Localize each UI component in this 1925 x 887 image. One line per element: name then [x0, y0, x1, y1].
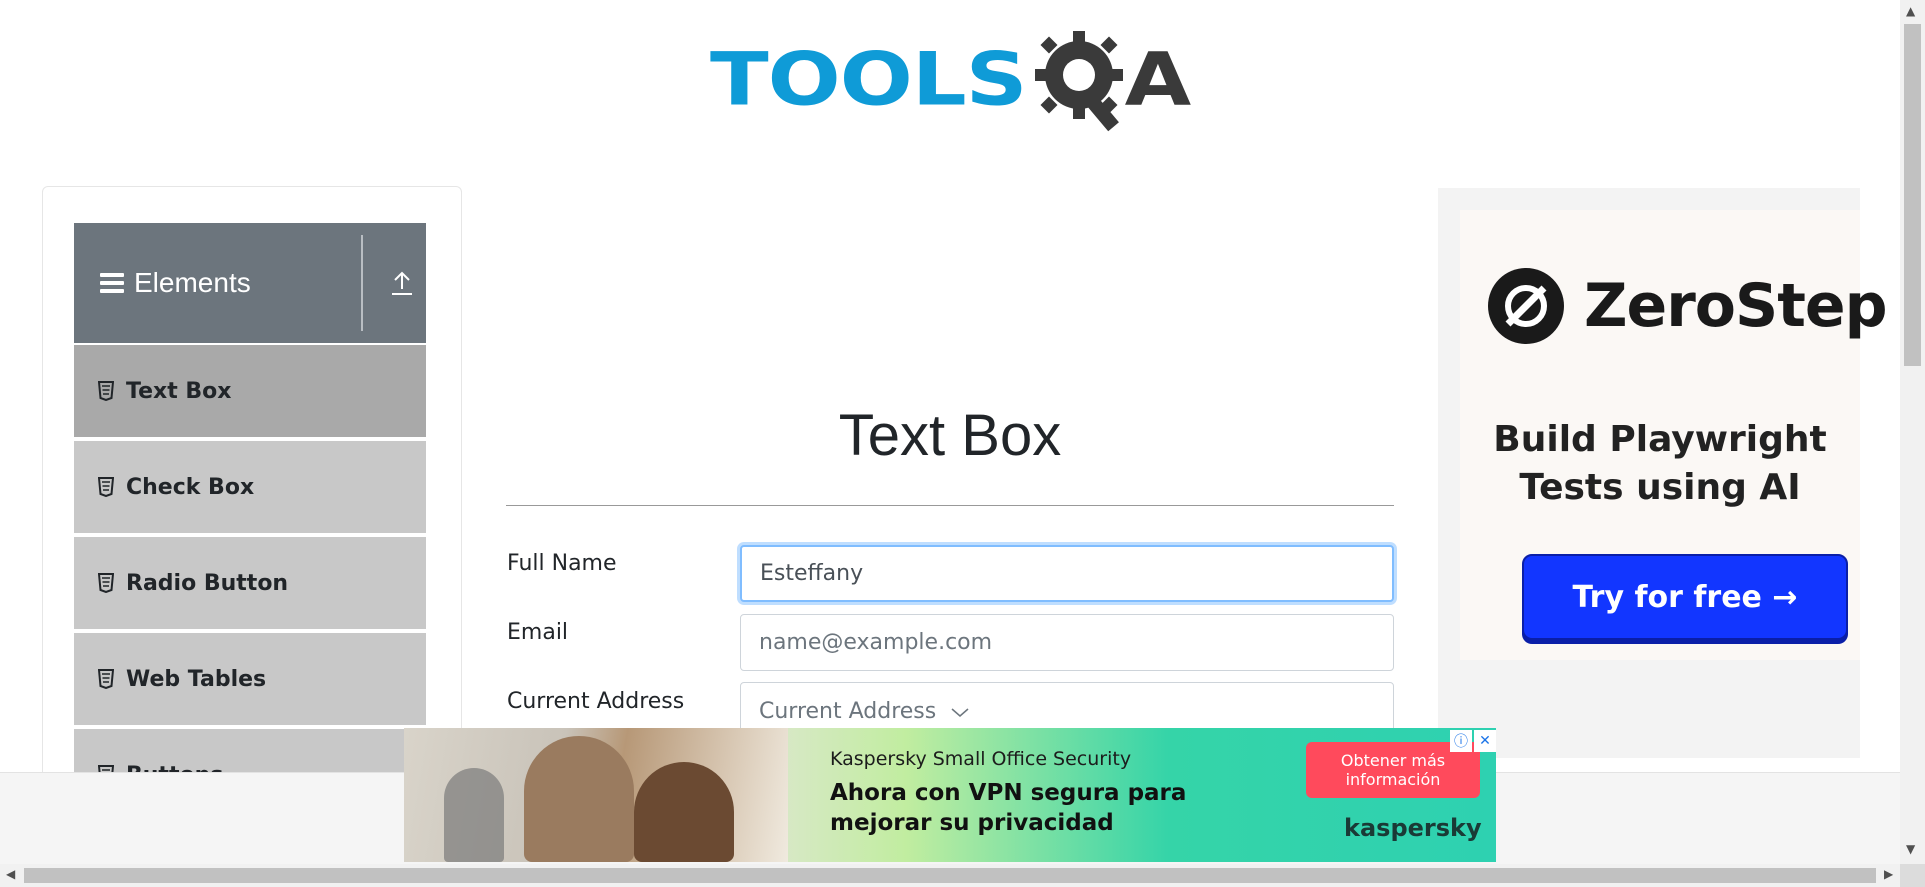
logo-text-tools: TOOLS: [710, 37, 1028, 123]
kaspersky-logo: kaspersky: [1344, 814, 1482, 842]
resize-handle-icon: [951, 708, 969, 717]
group-header-divider: [361, 235, 363, 331]
zerostep-ad-card: ZeroStep Build Playwright Tests using AI…: [1460, 210, 1888, 660]
zerostep-brand-name: ZeroStep: [1584, 271, 1888, 341]
html5-icon: [98, 381, 114, 401]
zerostep-brand-row: ZeroStep: [1486, 266, 1888, 346]
sidebar-item-radio-button[interactable]: Radio Button: [74, 537, 426, 631]
sidebar-item-label: Radio Button: [126, 570, 289, 596]
ad-headline: Ahora con VPN segura para mejorar su pri…: [830, 780, 1187, 836]
sidebar-item-label: Web Tables: [126, 666, 267, 692]
full-name-label: Full Name: [507, 551, 617, 576]
scroll-up-arrow-icon[interactable]: ▲: [1906, 4, 1915, 18]
full-name-input[interactable]: [740, 545, 1394, 602]
page-title: Text Box: [838, 403, 1062, 468]
zerostep-tagline: Build Playwright Tests using AI: [1493, 419, 1827, 508]
html5-icon: [98, 669, 114, 689]
kaspersky-ad[interactable]: Kaspersky Small Office Security Ahora co…: [404, 728, 1496, 862]
html5-icon: [98, 477, 114, 497]
try-for-free-button[interactable]: Try for free →: [1522, 554, 1848, 640]
zerostep-logo-icon: [1488, 268, 1564, 344]
sidebar-group-elements[interactable]: Elements: [74, 223, 426, 343]
ad-brand-text: Kaspersky Small Office Security: [830, 748, 1132, 770]
email-label: Email: [507, 620, 569, 645]
gear-magnifier-icon: [1034, 31, 1123, 132]
upload-icon[interactable]: [390, 271, 414, 297]
ad-info-icon[interactable]: ⓘ: [1450, 730, 1472, 752]
logo-text-a: A: [1124, 37, 1192, 123]
scroll-left-arrow-icon[interactable]: ◀: [6, 867, 15, 881]
toolsqa-logo[interactable]: TOOLS A: [710, 20, 1191, 140]
title-divider: [506, 505, 1394, 506]
current-address-placeholder: Current Address: [759, 699, 937, 724]
scrollbar-corner: [1900, 864, 1925, 887]
scroll-down-arrow-icon[interactable]: ▼: [1906, 842, 1915, 856]
ad-photo: [404, 728, 788, 862]
email-input[interactable]: [740, 614, 1394, 671]
html5-icon: [98, 573, 114, 593]
sidebar-item-label: Check Box: [126, 474, 255, 500]
vertical-scrollbar[interactable]: ▲ ▼: [1900, 0, 1925, 864]
zerostep-ad[interactable]: ZeroStep Build Playwright Tests using AI…: [1438, 188, 1888, 758]
sidebar-item-web-tables[interactable]: Web Tables: [74, 633, 426, 727]
hamburger-icon: [100, 273, 124, 293]
sidebar-item-check-box[interactable]: Check Box: [74, 441, 426, 535]
ad-controls: ⓘ ✕: [1450, 730, 1496, 752]
horizontal-scrollbar[interactable]: ◀ ▶: [0, 864, 1900, 887]
sidebar-item-text-box[interactable]: Text Box: [74, 345, 426, 439]
scroll-right-arrow-icon[interactable]: ▶: [1884, 867, 1893, 881]
ad-close-icon[interactable]: ✕: [1474, 730, 1496, 752]
horizontal-scrollbar-thumb[interactable]: [24, 868, 1876, 883]
current-address-label: Current Address: [507, 689, 685, 714]
vertical-scrollbar-thumb[interactable]: [1904, 24, 1921, 366]
sidebar-group-title: Elements: [134, 267, 251, 298]
sidebar-item-label: Text Box: [126, 378, 232, 404]
